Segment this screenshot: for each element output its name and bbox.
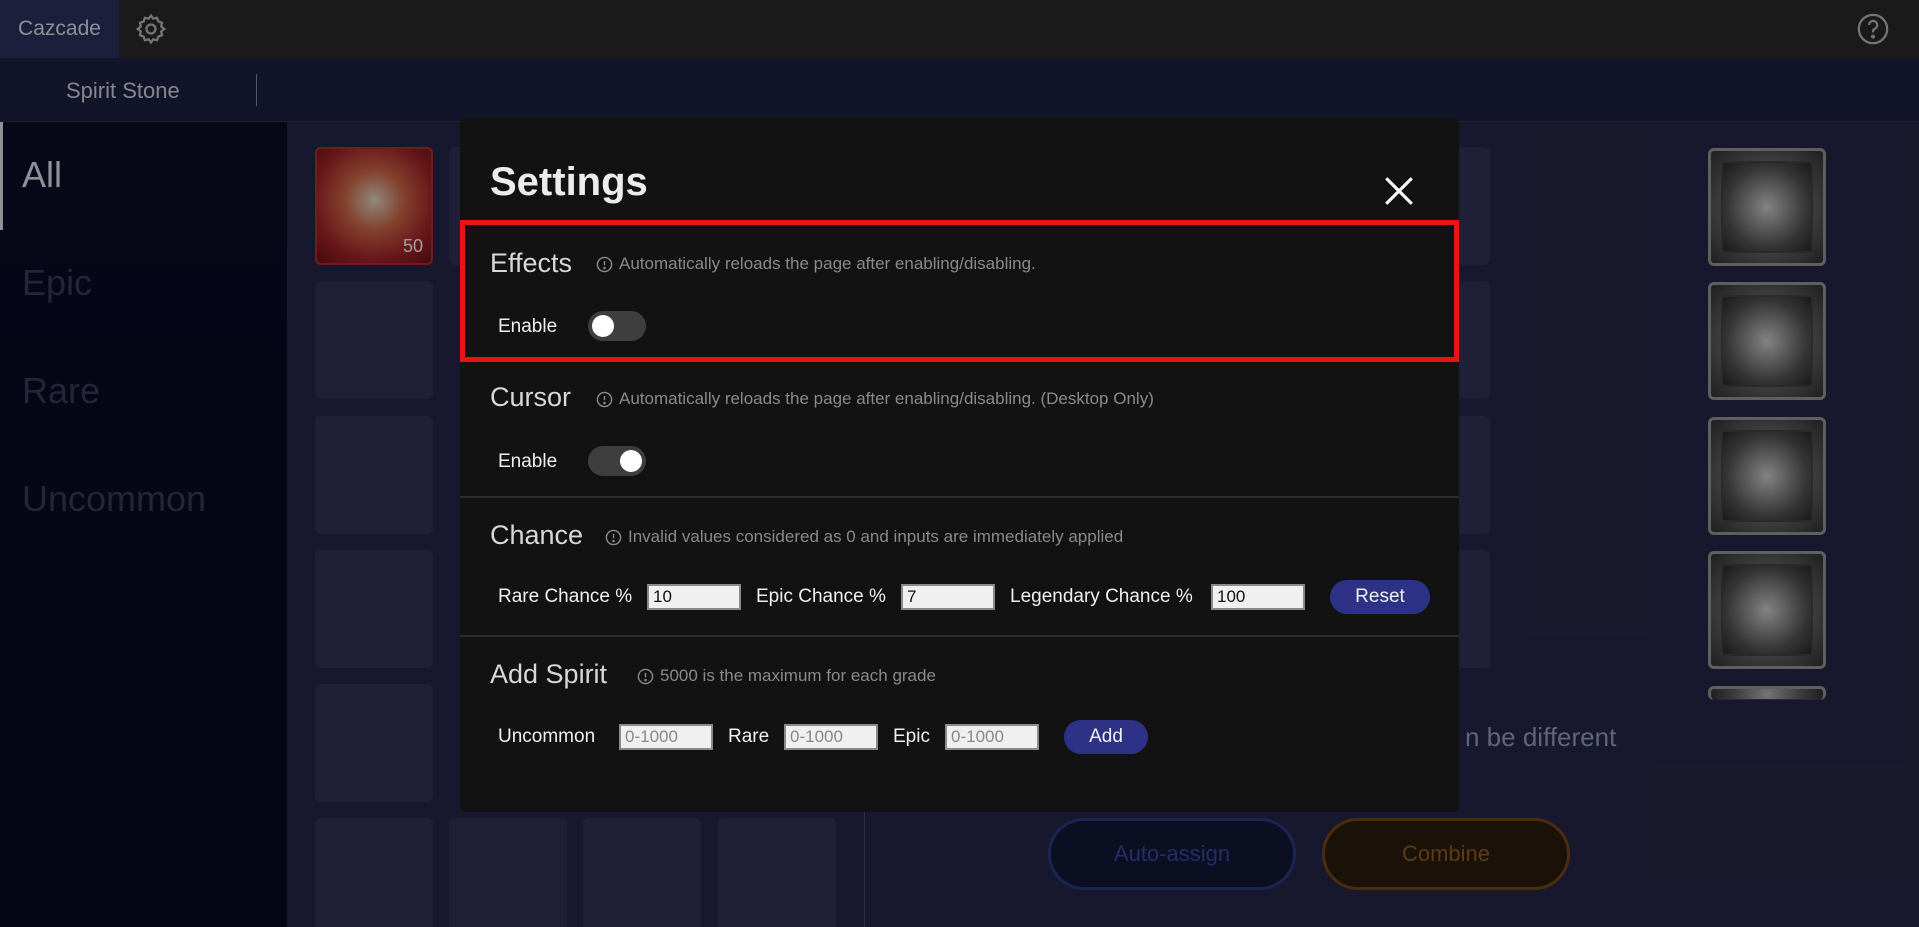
add-spirit-hint-text: 5000 is the maximum for each grade (660, 666, 936, 685)
info-icon (637, 668, 654, 684)
rare-chance-input[interactable] (647, 584, 741, 610)
add-spirit-section: Add Spirit 5000 is the maximum for each … (460, 637, 1459, 777)
rare-label: Rare (728, 726, 770, 747)
epic-input[interactable] (945, 724, 1039, 750)
legendary-chance-input[interactable] (1211, 584, 1305, 610)
info-icon (596, 391, 613, 407)
epic-label: Epic (893, 726, 930, 747)
cursor-title: Cursor (490, 382, 572, 412)
cursor-enable-label: Enable (498, 451, 558, 472)
epic-chance-label: Epic Chance % (756, 586, 886, 607)
add-spirit-title: Add Spirit (490, 659, 608, 689)
modal-title: Settings (490, 160, 648, 204)
cursor-section: Cursor Automatically reloads the page af… (460, 360, 1459, 496)
reset-button[interactable]: Reset (1330, 580, 1430, 614)
uncommon-label: Uncommon (498, 726, 596, 747)
epic-chance-input[interactable] (901, 584, 995, 610)
uncommon-input[interactable] (619, 724, 713, 750)
cursor-hint-text: Automatically reloads the page after ena… (619, 389, 1154, 408)
highlight-box (460, 220, 1459, 362)
cursor-toggle[interactable] (588, 446, 646, 476)
add-spirit-hint: 5000 is the maximum for each grade (637, 666, 936, 686)
rare-input[interactable] (784, 724, 878, 750)
rare-chance-label: Rare Chance % (498, 586, 633, 607)
add-button[interactable]: Add (1064, 720, 1148, 754)
chance-hint: Invalid values considered as 0 and input… (605, 527, 1123, 547)
info-icon (605, 529, 622, 545)
close-icon[interactable] (1382, 174, 1416, 208)
chance-section: Chance Invalid values considered as 0 an… (460, 498, 1459, 634)
toggle-knob (620, 450, 642, 472)
chance-hint-text: Invalid values considered as 0 and input… (628, 527, 1124, 546)
cursor-hint: Automatically reloads the page after ena… (596, 389, 1154, 409)
legendary-chance-label: Legendary Chance % (1010, 586, 1193, 607)
chance-title: Chance (490, 520, 584, 550)
